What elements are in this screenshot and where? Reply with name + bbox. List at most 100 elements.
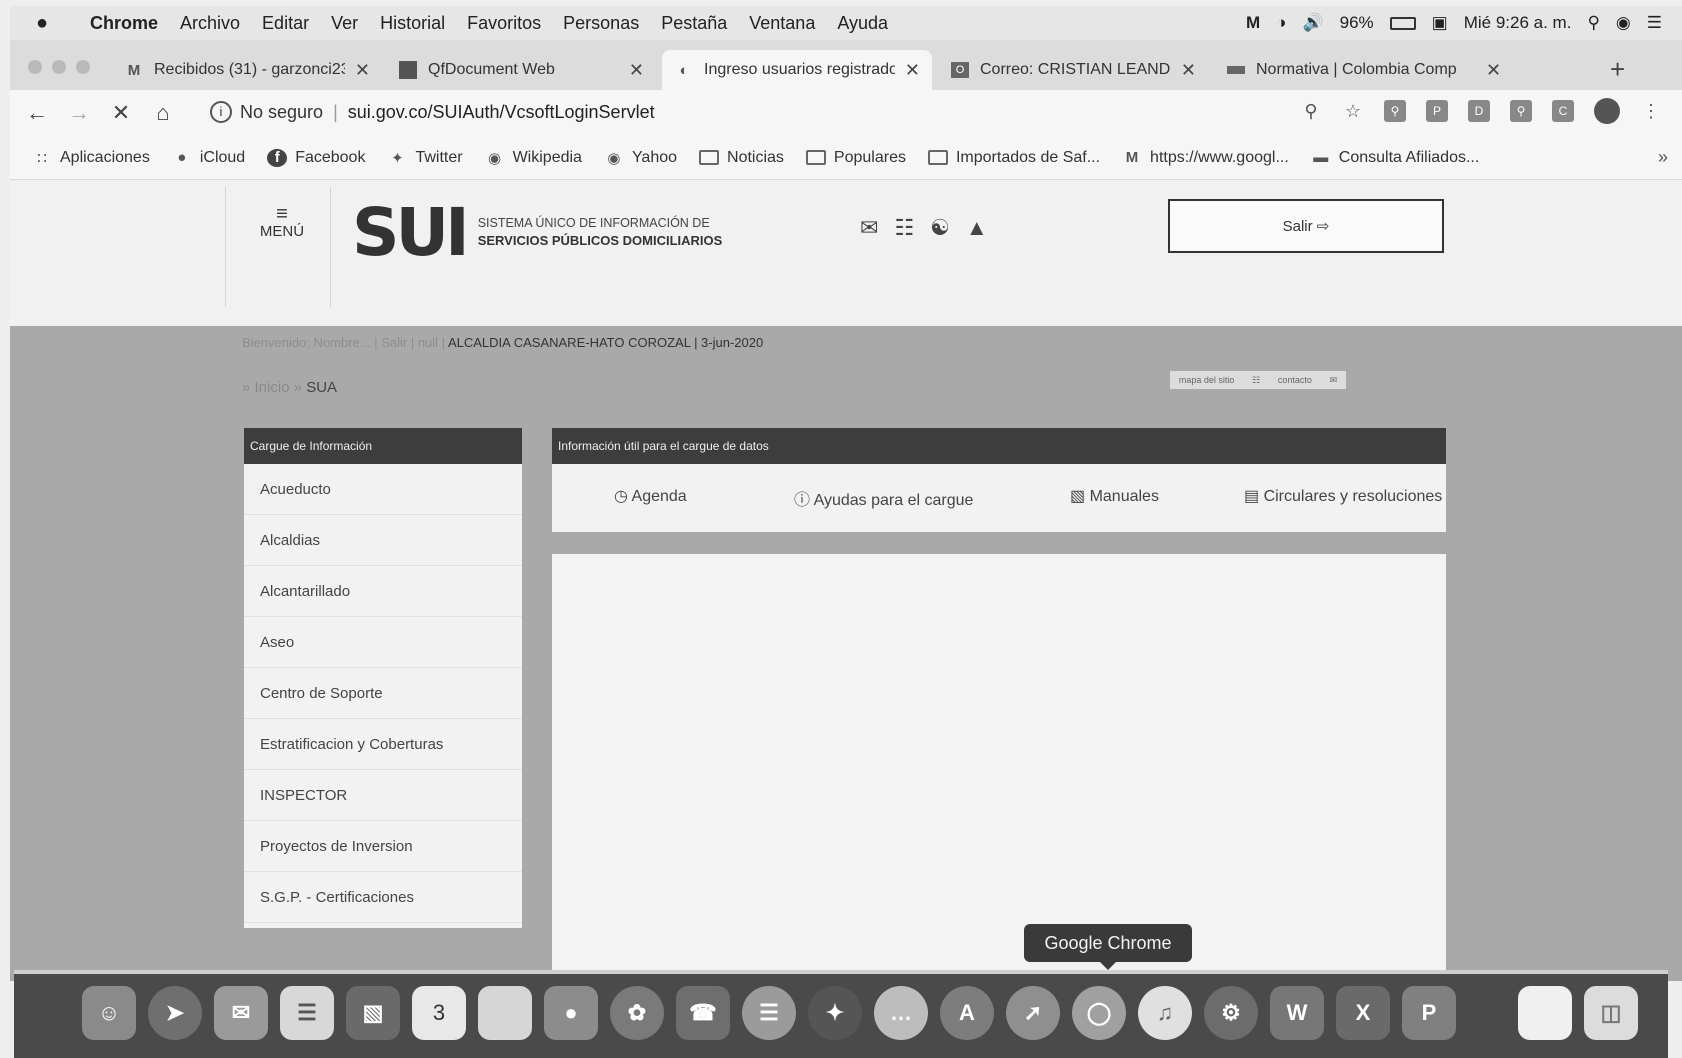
zoom-icon[interactable]: ⚲ <box>1300 100 1322 122</box>
mail-stamp-icon[interactable]: ✉ <box>214 986 268 1040</box>
menu-button[interactable]: ≡ MENÚ <box>250 204 314 240</box>
bookmark-icloud[interactable]: ● iCloud <box>172 149 245 167</box>
word-icon[interactable]: W <box>1270 986 1324 1040</box>
contact-link[interactable]: contacto <box>1278 375 1312 385</box>
clock[interactable]: Mié 9:26 a. m. <box>1464 13 1572 33</box>
volume-icon[interactable]: 🔊 <box>1302 13 1323 33</box>
menu-item-alcantarillado[interactable]: Alcantarillado <box>244 566 522 617</box>
excel-icon[interactable]: X <box>1336 986 1390 1040</box>
menu-archivo[interactable]: Archivo <box>180 13 240 34</box>
graduation-cap-icon[interactable]: ▲ <box>966 215 988 241</box>
menu-item-inspector[interactable]: INSPECTOR <box>244 770 522 821</box>
close-window-button[interactable] <box>28 60 42 74</box>
menu-ver[interactable]: Ver <box>331 13 358 34</box>
site-map-link[interactable]: mapa del sitio <box>1179 375 1235 385</box>
facetime-icon[interactable]: ☎ <box>676 986 730 1040</box>
salir-button[interactable]: Salir ⇨ <box>1168 199 1444 253</box>
address-bar[interactable]: i No seguro | sui.gov.co/SUIAuth/VcsoftL… <box>210 94 1310 130</box>
extension-copy-icon[interactable]: C <box>1552 100 1574 122</box>
ayudas-link[interactable]: ⓘ Ayudas para el cargue <box>794 486 973 510</box>
bookmark-facebook[interactable]: f Facebook <box>267 148 365 167</box>
url-text[interactable]: sui.gov.co/SUIAuth/VcsoftLoginServlet <box>348 102 655 123</box>
manuales-link[interactable]: ▧ Manuales <box>1070 486 1159 506</box>
menu-app-name[interactable]: Chrome <box>90 13 158 34</box>
close-tab-icon[interactable]: ✕ <box>905 60 920 81</box>
info-icon[interactable]: i <box>210 101 232 123</box>
messages-icon[interactable]: … <box>874 986 928 1040</box>
breadcrumb-home[interactable]: » Inicio » <box>242 379 302 396</box>
extension-document-icon[interactable]: D <box>1468 100 1490 122</box>
bookmark-consulta-afiliados[interactable]: ▬ Consulta Afiliados... <box>1311 149 1479 167</box>
extension-search-icon[interactable]: ⚲ <box>1384 100 1406 122</box>
battery-icon[interactable] <box>1389 16 1416 30</box>
system-preferences-icon[interactable]: ⚙ <box>1204 986 1258 1040</box>
bookmark-yahoo[interactable]: ◉ Yahoo <box>604 149 677 167</box>
documents-icon[interactable] <box>1518 986 1572 1040</box>
sitemap-icon[interactable]: ☷ <box>894 215 914 241</box>
agenda-link[interactable]: ◷ Agenda <box>614 486 687 506</box>
new-tab-button[interactable]: + <box>1610 54 1625 85</box>
trash-icon[interactable]: ◫ <box>1584 986 1638 1040</box>
books-icon[interactable]: ☰ <box>742 986 796 1040</box>
menu-item-alcaldias[interactable]: Alcaldias <box>244 515 522 566</box>
close-tab-icon[interactable]: ✕ <box>1181 60 1196 81</box>
notes-icon[interactable] <box>478 986 532 1040</box>
itunes-icon[interactable]: ♫ <box>1138 986 1192 1040</box>
menu-ventana[interactable]: Ventana <box>749 13 815 34</box>
user-account-icon[interactable]: ◉ <box>1616 13 1631 33</box>
more-bookmarks-icon[interactable]: » <box>1658 147 1668 168</box>
photos-icon[interactable]: ✿ <box>610 986 664 1040</box>
circulares-link[interactable]: ▤ Circulares y resoluciones <box>1244 486 1442 506</box>
menu-editar[interactable]: Editar <box>262 13 309 34</box>
bookmark-google[interactable]: Mhttps://www.googl... <box>1122 149 1289 167</box>
bookmark-wikipedia[interactable]: ◉ Wikipedia <box>485 149 582 167</box>
more-menu-icon[interactable]: ⋮ <box>1640 100 1662 122</box>
tab-normativa[interactable]: Normativa | Colombia Comp ✕ <box>1214 50 1584 90</box>
launchpad-icon[interactable]: ➤ <box>148 986 202 1040</box>
menu-item-centro-soporte[interactable]: Centro de Soporte <box>244 668 522 719</box>
tab-qfdocument[interactable]: QfDocument Web ✕ <box>386 50 656 90</box>
menu-personas[interactable]: Personas <box>563 13 639 34</box>
forward-arrow-icon[interactable]: → <box>64 100 94 126</box>
spotlight-search-icon[interactable]: ⚲ <box>1587 13 1599 33</box>
extension-lens-icon[interactable]: ⚲ <box>1510 100 1532 122</box>
menu-ayuda[interactable]: Ayuda <box>837 13 888 34</box>
menu-item-proyectos[interactable]: Proyectos de Inversion <box>244 821 522 872</box>
bookmark-twitter[interactable]: ✦ Twitter <box>387 149 462 167</box>
sui-logo[interactable]: SUI SISTEMA ÚNICO DE INFORMACIÓN DE SERV… <box>352 194 732 271</box>
bookmark-noticias[interactable]: Noticias <box>699 149 784 167</box>
menu-pestana[interactable]: Pestaña <box>661 13 727 34</box>
bookmark-aplicaciones[interactable]: ∷ Aplicaciones <box>32 149 150 167</box>
bookmark-populares[interactable]: Populares <box>805 149 906 167</box>
back-arrow-icon[interactable]: ← <box>22 100 52 126</box>
zoom-window-button[interactable] <box>76 60 90 74</box>
notification-center-icon[interactable]: ☰ <box>1647 13 1662 33</box>
tab-correo[interactable]: O Correo: CRISTIAN LEANDRO ✕ <box>938 50 1208 90</box>
tab-gmail[interactable]: M Recibidos (31) - garzonci23 ✕ <box>112 50 382 90</box>
display-icon[interactable]: ▣ <box>1432 13 1448 33</box>
powerpoint-icon[interactable]: P <box>1402 986 1456 1040</box>
bookmark-importados[interactable]: Importados de Saf... <box>927 149 1100 167</box>
reminders-icon[interactable]: ☰ <box>280 986 334 1040</box>
close-tab-icon[interactable]: ✕ <box>355 60 370 81</box>
safari-icon[interactable]: ➚ <box>1006 986 1060 1040</box>
apple-menu-icon[interactable]: ● <box>36 12 60 35</box>
maps-icon[interactable]: ● <box>544 986 598 1040</box>
malwarebytes-icon[interactable]: M <box>1246 13 1260 33</box>
home-icon[interactable]: ⌂ <box>148 100 178 126</box>
safari-compass-icon[interactable]: ✦ <box>808 986 862 1040</box>
calendar-icon[interactable]: 3 <box>412 986 466 1040</box>
menu-item-sgp[interactable]: S.G.P. - Certificaciones <box>244 872 522 923</box>
app-store-icon[interactable]: A <box>940 986 994 1040</box>
wifi-icon[interactable]: ◑ <box>1276 13 1286 33</box>
close-tab-icon[interactable]: ✕ <box>629 60 644 81</box>
bookmark-star-icon[interactable]: ☆ <box>1342 100 1364 122</box>
battery-percent[interactable]: 96% <box>1340 13 1374 33</box>
finder-icon[interactable]: ☺ <box>82 986 136 1040</box>
profile-avatar-icon[interactable] <box>1594 98 1620 124</box>
accessibility-icon[interactable]: ☯ <box>930 215 950 241</box>
menu-item-acueducto[interactable]: Acueducto <box>244 464 522 515</box>
chrome-icon[interactable]: ◯ <box>1072 986 1126 1040</box>
minimize-window-button[interactable] <box>52 60 66 74</box>
mail-icon[interactable]: ✉ <box>860 215 878 241</box>
